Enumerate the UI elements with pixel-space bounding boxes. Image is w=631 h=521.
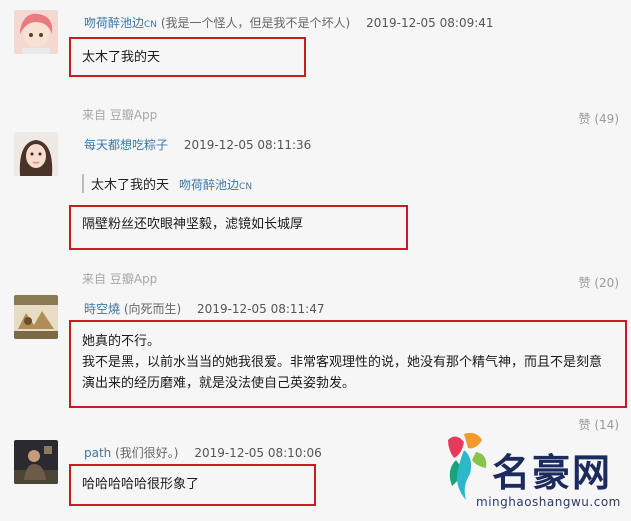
like-count[interactable]: 赞 (14) (559, 416, 619, 433)
comment-text-line: 她真的不行。 (82, 334, 161, 349)
comment-text-line: 我不是黑，以前水当当的她我很爱。非常客观理性的说，她没有那个精气神，而且不是刻意 (82, 355, 603, 370)
comment-source: 来自 豆瓣App (82, 272, 158, 286)
like-count[interactable]: 赞 (20) (559, 274, 619, 291)
avatar[interactable] (14, 10, 58, 54)
user-tag: CN (144, 20, 158, 30)
comment-meta: path (我们很好。) 2019-12-05 08:10:06 (84, 444, 322, 461)
watermark-url: minghaoshangwu.com (476, 495, 621, 509)
comment-text: 太木了我的天 (82, 50, 161, 65)
quoted-reply: 太木了我的天 吻荷醉池边CN (82, 174, 252, 193)
quoted-user-tag: CN (239, 182, 253, 192)
comment-meta: 時空燒 (向死而生) 2019-12-05 08:11:47 (84, 300, 325, 317)
avatar[interactable] (14, 295, 58, 339)
comment-time: 2019-12-05 08:10:06 (194, 446, 322, 460)
comment-text-line: 演出来的经历磨难，就是没法使自己英姿勃发。 (82, 376, 356, 391)
user-signature: (我们很好。) (115, 446, 179, 460)
comment-meta: 吻荷醉池边CN (我是一个怪人，但是我不是个坏人) 2019-12-05 08:… (84, 14, 494, 31)
quoted-username[interactable]: 吻荷醉池边 (179, 178, 239, 192)
username-link[interactable]: 每天都想吃粽子 (84, 138, 168, 152)
comment-text: 隔壁粉丝还吹眼神坚毅，滤镜如长城厚 (82, 217, 304, 232)
comment-meta: 每天都想吃粽子 2019-12-05 08:11:36 (84, 136, 311, 153)
comment-time: 2019-12-05 08:09:41 (366, 16, 494, 30)
avatar[interactable] (14, 440, 58, 484)
user-signature: (我是一个怪人，但是我不是个坏人) (160, 16, 351, 30)
comment-source: 来自 豆瓣App (82, 108, 158, 122)
username-link[interactable]: 時空燒 (84, 302, 120, 316)
quoted-text: 太木了我的天 (91, 178, 170, 193)
comment-time: 2019-12-05 08:11:47 (197, 302, 325, 316)
username-link[interactable]: 吻荷醉池边 (84, 16, 144, 30)
watermark-text: 名豪网 (492, 451, 613, 495)
like-count[interactable]: 赞 (49) (559, 110, 619, 127)
user-signature: (向死而生) (123, 302, 182, 316)
username-link[interactable]: path (84, 446, 111, 460)
avatar[interactable] (14, 132, 58, 176)
comment-text: 哈哈哈哈哈很形象了 (82, 477, 200, 492)
comment-time: 2019-12-05 08:11:36 (183, 138, 312, 152)
